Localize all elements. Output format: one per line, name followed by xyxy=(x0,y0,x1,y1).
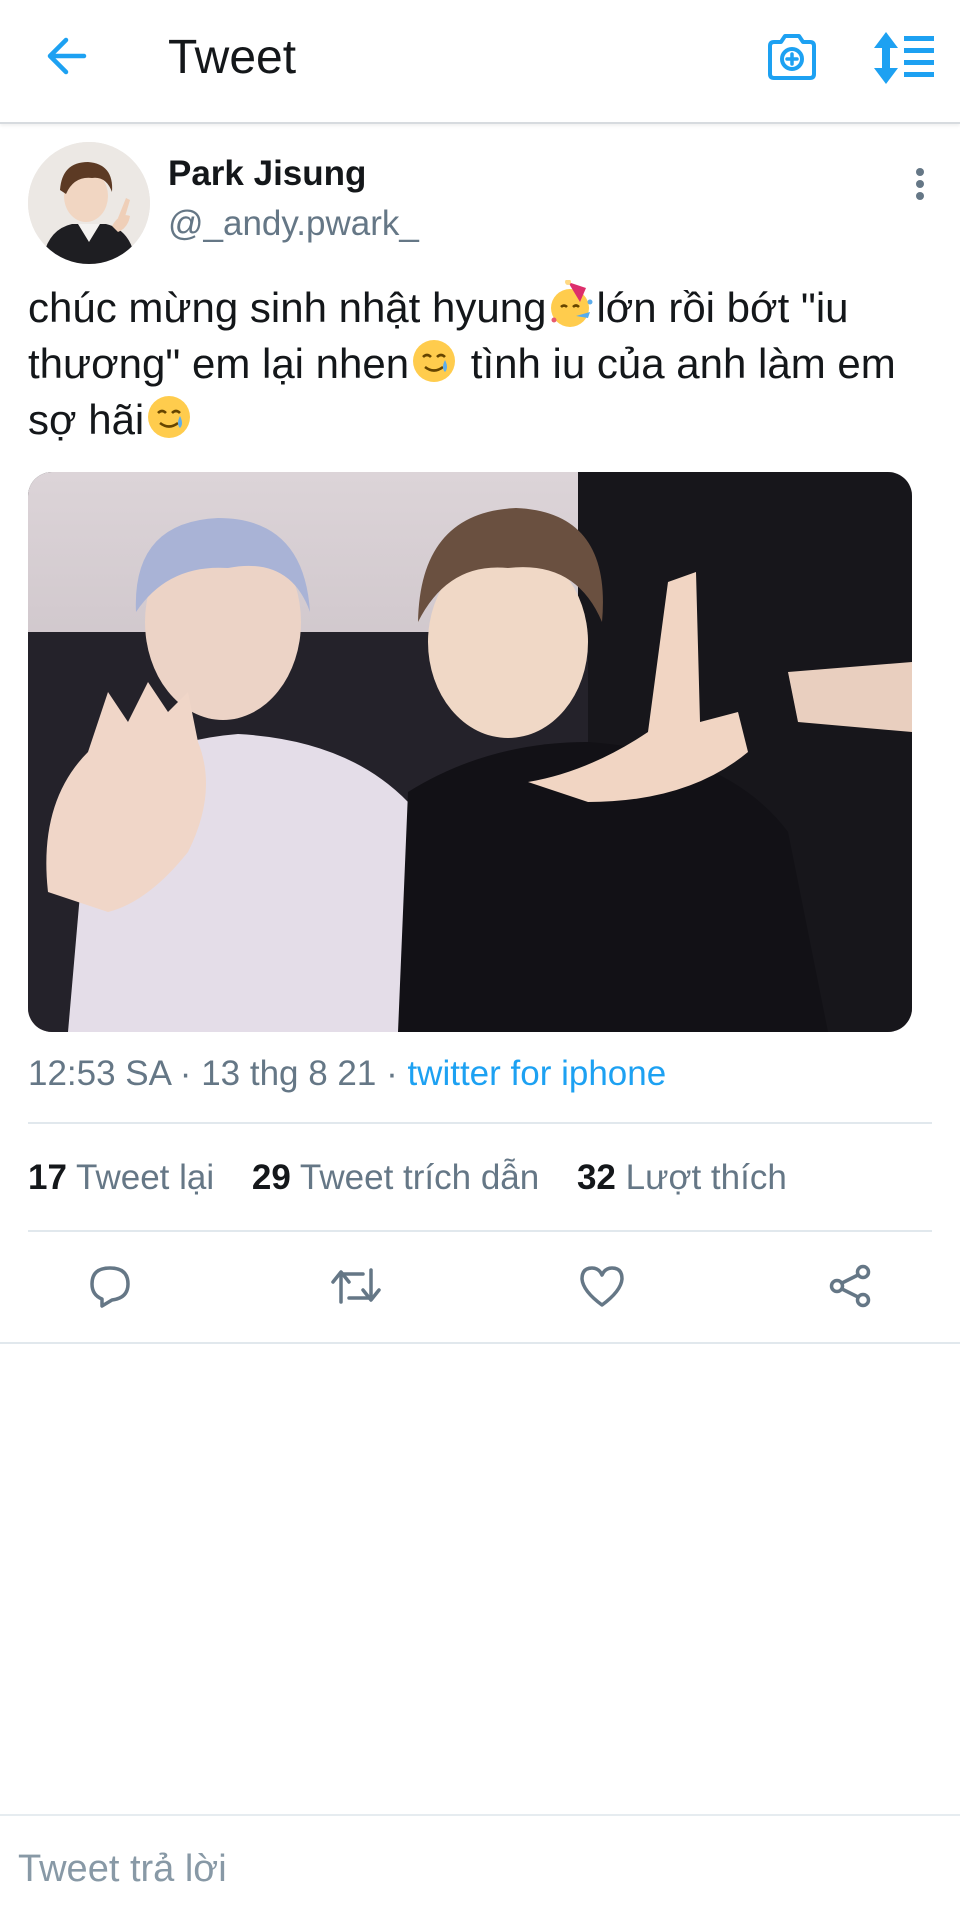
tweet-text: chúc mừng sinh nhật hyung lớn rồi bớt "i… xyxy=(28,280,938,448)
camera-button[interactable] xyxy=(764,30,820,86)
retweets-label: Tweet lại xyxy=(76,1158,215,1197)
tweet-actions xyxy=(0,1256,960,1316)
divider xyxy=(0,1342,960,1344)
tweet-stats: 17 Tweet lại 29 Tweet trích dẫn 32 Lượt … xyxy=(28,1156,815,1200)
heart-icon xyxy=(580,1266,624,1307)
reply-button[interactable] xyxy=(80,1256,140,1316)
avatar[interactable] xyxy=(28,142,150,264)
divider xyxy=(28,1122,932,1124)
retweets-count: 17 xyxy=(28,1158,67,1197)
like-button[interactable] xyxy=(572,1256,632,1316)
avatar-photo xyxy=(28,142,150,264)
quotes-label: Tweet trích dẫn xyxy=(299,1158,540,1197)
partying-face-emoji-icon xyxy=(551,280,593,327)
more-vertical-icon xyxy=(916,168,924,200)
more-options-button[interactable] xyxy=(908,164,932,204)
arrow-left-icon xyxy=(47,37,87,75)
tweet-meta: 12:53 SA · 13 thg 8 21 · twitter for iph… xyxy=(28,1052,666,1096)
author-display-name[interactable]: Park Jisung xyxy=(168,154,366,194)
quotes-stat[interactable]: 29 Tweet trích dẫn xyxy=(252,1158,539,1197)
likes-label: Lượt thích xyxy=(625,1158,787,1197)
retweet-button[interactable] xyxy=(326,1256,386,1316)
tweet-author: Park Jisung @_andy.pwark_ xyxy=(28,142,932,272)
camera-icon xyxy=(768,34,816,80)
reply-icon xyxy=(90,1266,130,1308)
smiling-face-with-tear-emoji-icon xyxy=(148,396,191,438)
back-button[interactable] xyxy=(36,26,96,86)
divider xyxy=(28,1230,932,1232)
sort-button[interactable] xyxy=(872,30,936,86)
reply-input[interactable] xyxy=(18,1834,938,1904)
page-title: Tweet xyxy=(168,31,297,84)
tweet-media-photo[interactable] xyxy=(28,472,912,1032)
tweet-date: 13 thg 8 21 xyxy=(201,1054,377,1093)
share-button[interactable] xyxy=(820,1256,880,1316)
photo-image xyxy=(28,472,912,1032)
top-bar: Tweet xyxy=(0,0,960,124)
retweet-icon xyxy=(331,1268,381,1304)
reply-bar xyxy=(0,1814,960,1920)
tweet-source-link[interactable]: twitter for iphone xyxy=(407,1054,666,1093)
smiling-face-with-tear-emoji-icon xyxy=(413,340,456,382)
meta-separator: · xyxy=(170,1054,202,1093)
author-handle[interactable]: @_andy.pwark_ xyxy=(168,204,419,244)
likes-count: 32 xyxy=(576,1158,616,1197)
meta-separator: · xyxy=(376,1054,408,1093)
sort-icon xyxy=(874,32,934,84)
tweet-text-part-1: chúc mừng sinh nhật hyung xyxy=(28,284,547,331)
likes-stat[interactable]: 32 Lượt thích xyxy=(577,1158,787,1197)
quotes-count: 29 xyxy=(251,1158,291,1197)
retweets-stat[interactable]: 17 Tweet lại xyxy=(28,1158,214,1197)
share-icon xyxy=(829,1264,871,1308)
tweet-time: 12:53 SA xyxy=(28,1054,171,1093)
